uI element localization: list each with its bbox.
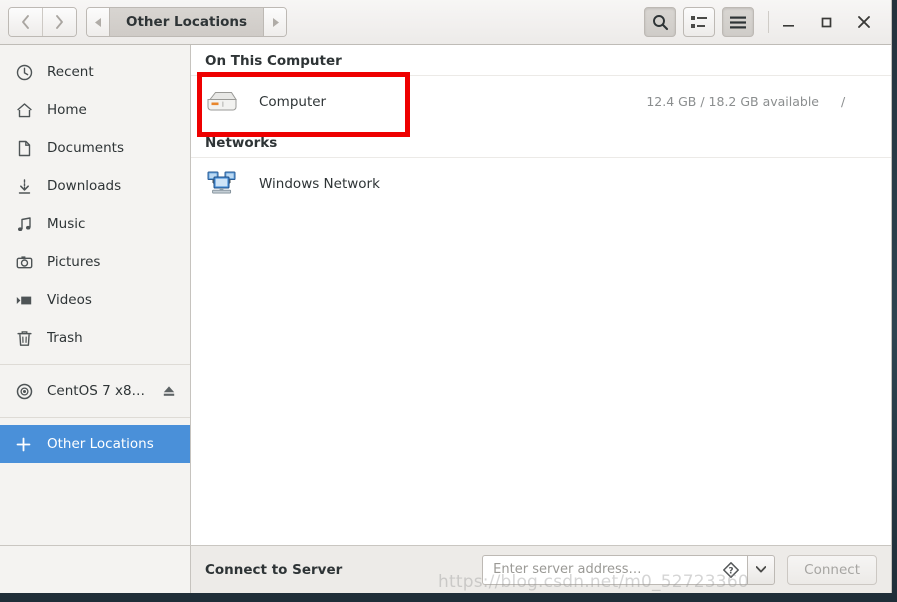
maximize-button[interactable]: [807, 5, 845, 39]
sidebar-label: Home: [47, 102, 87, 118]
download-icon: [16, 178, 38, 195]
close-button[interactable]: [845, 5, 883, 39]
sidebar-label: Pictures: [47, 254, 101, 270]
sidebar-item-downloads[interactable]: Downloads: [0, 167, 190, 205]
actionbar-sidebar-filler: [0, 546, 191, 593]
connect-to-server-label: Connect to Server: [205, 561, 343, 578]
hamburger-menu-icon: [730, 16, 746, 28]
maximize-icon: [821, 17, 831, 27]
network-computers-icon: [205, 170, 239, 198]
sidebar-label: Music: [47, 216, 86, 232]
location-name: Windows Network: [259, 175, 380, 192]
optical-disc-icon: [16, 383, 38, 400]
locations-list: On This Computer Computer 12.4 GB / 18.2…: [191, 45, 891, 545]
sidebar-item-centos-disc[interactable]: CentOS 7 x8…: [0, 372, 190, 410]
sidebar-item-videos[interactable]: Videos: [0, 281, 190, 319]
sidebar: Recent Home Documents Downloads Music Pi…: [0, 45, 191, 545]
server-address-placeholder: Enter server address…: [493, 562, 642, 577]
chevron-left-icon: [22, 15, 29, 29]
path-bar: Other Locations: [86, 7, 288, 37]
window-body: Recent Home Documents Downloads Music Pi…: [0, 45, 891, 545]
eject-button[interactable]: [162, 384, 176, 398]
disk-space-label: 12.4 GB / 18.2 GB available: [646, 94, 819, 109]
sidebar-label: CentOS 7 x8…: [47, 383, 146, 399]
path-scroll-right-button[interactable]: [264, 8, 287, 36]
chevron-right-icon: [56, 15, 63, 29]
server-history-dropdown-button[interactable]: [747, 554, 776, 585]
sidebar-separator: [0, 364, 190, 365]
eject-icon: [163, 386, 175, 396]
forward-button[interactable]: [43, 8, 76, 36]
connect-button-label: Connect: [804, 561, 860, 578]
breadcrumb-other-locations[interactable]: Other Locations: [109, 8, 265, 36]
view-toggle-button[interactable]: [683, 7, 715, 37]
chevron-down-icon: [756, 566, 767, 573]
location-name: Computer: [259, 93, 327, 110]
search-button[interactable]: [644, 7, 676, 37]
connect-button[interactable]: Connect: [787, 554, 877, 585]
header-bar: Other Locations: [0, 0, 891, 45]
section-header-networks: Networks: [205, 135, 278, 151]
hard-drive-icon: [205, 88, 239, 116]
section-header-on-this-computer: On This Computer: [205, 53, 342, 69]
sidebar-label: Videos: [47, 292, 92, 308]
sidebar-separator: [0, 417, 190, 418]
sidebar-item-trash[interactable]: Trash: [0, 319, 190, 357]
location-row-computer[interactable]: Computer 12.4 GB / 18.2 GB available /: [191, 75, 891, 127]
path-scroll-left-button[interactable]: [87, 8, 109, 36]
sidebar-item-home[interactable]: Home: [0, 91, 190, 129]
list-view-icon: [691, 16, 707, 28]
search-icon: [652, 14, 668, 30]
path-left-arrow-icon: [94, 17, 101, 27]
server-address-input[interactable]: Enter server address… ?: [482, 554, 748, 585]
camera-icon: [16, 254, 38, 271]
sidebar-label: Documents: [47, 140, 124, 156]
files-window: Other Locations Recent Home Documents Do…: [0, 0, 892, 593]
connect-to-server-bar: Connect to Server Enter server address… …: [0, 545, 891, 593]
minimize-button[interactable]: [769, 5, 807, 39]
trash-icon: [16, 330, 38, 347]
clock-icon: [16, 64, 38, 81]
location-row-windows-network[interactable]: Windows Network: [191, 157, 891, 209]
document-icon: [16, 140, 38, 157]
minimize-icon: [782, 24, 794, 27]
sidebar-item-other-locations[interactable]: Other Locations: [0, 425, 190, 463]
close-icon: [858, 16, 870, 28]
mount-point-label: /: [841, 94, 846, 109]
sidebar-item-recent[interactable]: Recent: [0, 53, 190, 91]
sidebar-item-documents[interactable]: Documents: [0, 129, 190, 167]
back-button[interactable]: [9, 8, 43, 36]
sidebar-label: Other Locations: [47, 436, 154, 452]
help-icon[interactable]: ?: [723, 561, 740, 578]
navigation-buttons: [8, 7, 77, 37]
server-address-group: Enter server address… ?: [482, 554, 776, 585]
video-icon: [16, 292, 38, 309]
sidebar-label: Trash: [47, 330, 83, 346]
main-menu-button[interactable]: [722, 7, 754, 37]
svg-text:?: ?: [729, 566, 734, 576]
sidebar-label: Recent: [47, 64, 94, 80]
sidebar-label: Downloads: [47, 178, 122, 194]
path-right-arrow-icon: [272, 17, 279, 27]
plus-icon: [16, 437, 38, 452]
music-note-icon: [16, 216, 38, 233]
home-icon: [16, 102, 38, 119]
sidebar-item-pictures[interactable]: Pictures: [0, 243, 190, 281]
sidebar-item-music[interactable]: Music: [0, 205, 190, 243]
